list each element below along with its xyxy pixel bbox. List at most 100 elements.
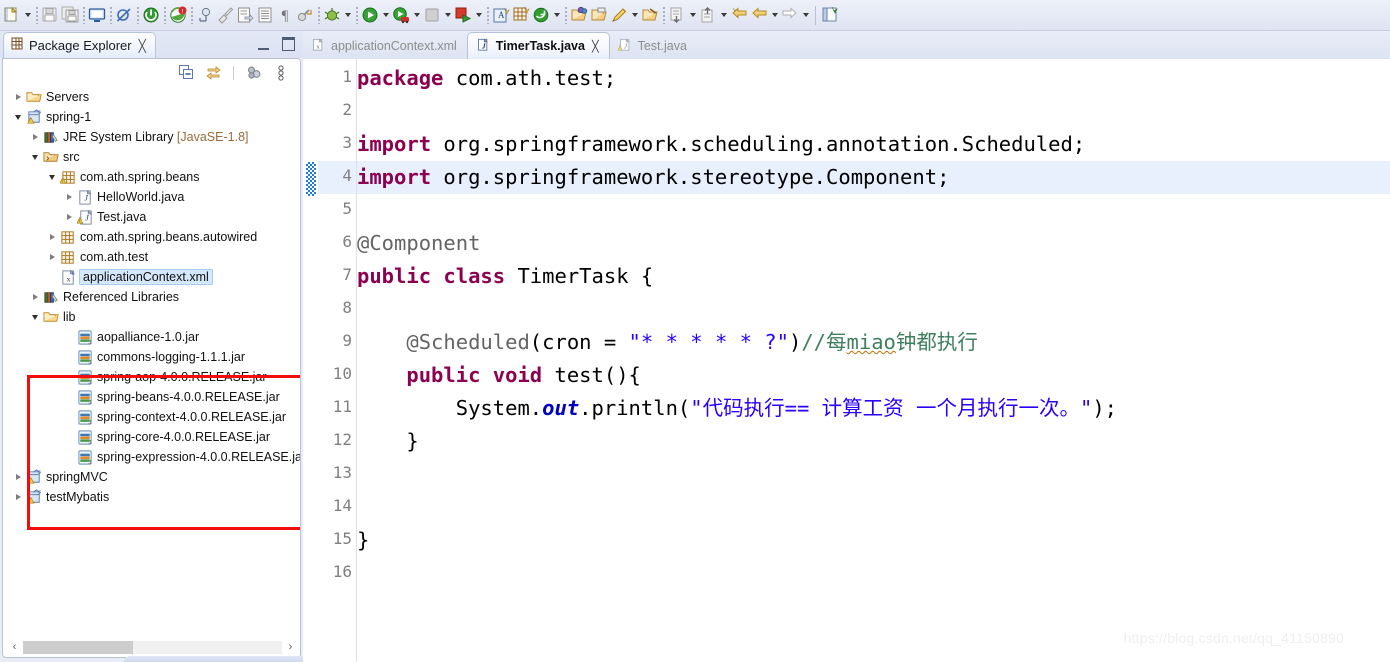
maximize-icon[interactable] <box>282 37 295 51</box>
tree-item-lib[interactable]: lib <box>3 307 300 327</box>
tree-item-helloworld-java[interactable]: J HelloWorld.java <box>3 187 300 207</box>
horizontal-scrollbar[interactable]: ‹ › <box>6 639 299 655</box>
tab-package-explorer[interactable]: Package Explorer ╳ <box>3 32 156 58</box>
tree-item-com-ath-spring-beans-autowired[interactable]: com.ath.spring.beans.autowired <box>3 227 300 247</box>
tree-item-referenced-libraries[interactable]: Referenced Libraries <box>3 287 300 307</box>
tree-item-aopalliance-1-0-jar[interactable]: Jaopalliance-1.0.jar <box>3 327 300 347</box>
prev-annotation-icon[interactable] <box>698 5 718 25</box>
tree-item-spring-aop-4-0-0-release-jar[interactable]: Jspring-aop-4.0.0.RELEASE.jar <box>3 367 300 387</box>
tree-item-spring-context-4-0-0-release-jar[interactable]: Jspring-context-4.0.0.RELEASE.jar <box>3 407 300 427</box>
properties-icon[interactable] <box>235 5 255 25</box>
coverage-icon[interactable] <box>391 5 411 25</box>
svn-checkout-icon[interactable] <box>195 5 215 25</box>
chevron-right-icon[interactable] <box>62 207 76 227</box>
scroll-right-button[interactable]: › <box>282 639 299 655</box>
debug-icon[interactable] <box>322 5 342 25</box>
new-wizard-icon[interactable] <box>2 5 22 25</box>
open-resource-icon[interactable] <box>640 5 660 25</box>
tree-item-jre-system-library[interactable]: JRE System Library [JavaSE-1.8] <box>3 127 300 147</box>
tree-item-spring-1[interactable]: s spring-1 <box>3 107 300 127</box>
project-tree[interactable]: Servers s spring-1 JRE System Library [Java… <box>3 86 300 507</box>
forward-icon[interactable] <box>780 5 800 25</box>
view-options-icon[interactable] <box>272 64 290 82</box>
minimize-icon[interactable] <box>258 39 269 50</box>
run-dropdown-arrow[interactable] <box>380 5 391 25</box>
open-task-icon[interactable] <box>589 5 609 25</box>
save-icon[interactable] <box>40 5 60 25</box>
clean-icon[interactable] <box>215 5 235 25</box>
paragraph-icon[interactable]: ¶ <box>275 5 295 25</box>
editor-code-area[interactable]: package com.ath.test; import org.springfr… <box>357 59 1390 662</box>
tree-item-spring-core-4-0-0-release-jar[interactable]: Jspring-core-4.0.0.RELEASE.jar <box>3 427 300 447</box>
chevron-right-icon[interactable] <box>28 127 42 147</box>
search-pen-icon[interactable] <box>609 5 629 25</box>
tree-item-spring-beans-4-0-0-release-jar[interactable]: Jspring-beans-4.0.0.RELEASE.jar <box>3 387 300 407</box>
back-icon[interactable] <box>749 5 769 25</box>
tree-item-commons-logging-1-1-1-jar[interactable]: Jcommons-logging-1.1.1.jar <box>3 347 300 367</box>
new-dropdown-arrow[interactable] <box>22 5 33 25</box>
scroll-left-button[interactable]: ‹ <box>6 639 23 655</box>
chevron-right-icon[interactable] <box>62 187 76 207</box>
stop-dropdown-arrow[interactable] <box>442 5 453 25</box>
chevron-right-icon[interactable] <box>11 87 25 107</box>
skip-breakpoints-icon[interactable] <box>114 5 134 25</box>
editor-tab-test-java[interactable]: J Test.java <box>610 32 697 59</box>
chevron-down-icon[interactable] <box>11 107 25 127</box>
run-server-icon[interactable] <box>453 5 473 25</box>
collapse-all-icon[interactable] <box>177 64 195 82</box>
pen-dropdown-arrow[interactable] <box>629 5 640 25</box>
run-icon[interactable] <box>360 5 380 25</box>
refresh-icon[interactable] <box>531 5 551 25</box>
refresh-dropdown-arrow[interactable] <box>551 5 562 25</box>
close-icon[interactable]: ╳ <box>139 40 146 52</box>
tree-item-test-java[interactable]: J! Test.java <box>3 207 300 227</box>
close-icon[interactable]: ╳ <box>592 40 599 53</box>
link-with-editor-icon[interactable] <box>204 64 222 82</box>
line-number: 13 <box>332 463 352 482</box>
tree-item-com-ath-spring-beans[interactable]: ! com.ath.spring.beans <box>3 167 300 187</box>
bottom-view-tab-stub[interactable] <box>124 656 320 662</box>
forward-dropdown-arrow[interactable] <box>800 5 811 25</box>
coverage-dropdown-arrow[interactable] <box>411 5 422 25</box>
back-dropdown-arrow[interactable] <box>769 5 780 25</box>
prevanno-dropdown-arrow[interactable] <box>718 5 729 25</box>
open-type-icon[interactable] <box>569 5 589 25</box>
tree-item-src[interactable]: src <box>3 147 300 167</box>
chevron-right-icon[interactable] <box>11 467 25 487</box>
tree-item-com-ath-test[interactable]: com.ath.test <box>3 247 300 267</box>
last-edit-location-icon[interactable] <box>729 5 749 25</box>
scrollbar-track[interactable] <box>23 640 282 654</box>
editor-tab-timertask-java[interactable]: J TimerTask.java ╳ <box>466 32 610 59</box>
chevron-right-icon[interactable] <box>28 287 42 307</box>
save-all-icon[interactable] <box>60 5 80 25</box>
chevron-right-icon[interactable] <box>11 487 25 507</box>
chevron-down-icon[interactable] <box>28 307 42 327</box>
tree-item-springmvc[interactable]: s springMVC <box>3 467 300 487</box>
debug-dropdown-arrow[interactable] <box>342 5 353 25</box>
tomcat-start-icon[interactable]: ! <box>168 5 188 25</box>
tree-item-spring-expression-4-0-0-release-jar[interactable]: Jspring-expression-4.0.0.RELEASE.jar <box>3 447 300 467</box>
chevron-right-icon[interactable] <box>45 227 59 247</box>
editor-body[interactable]: 1 2 3 4 5 6 7 8 9 10 11 12 13 14 15 16 package com.ath.… <box>303 59 1390 662</box>
console-icon[interactable] <box>255 5 275 25</box>
editor-marker-bar[interactable] <box>303 59 319 662</box>
tree-item-testmybatis[interactable]: s testMybatis <box>3 487 300 507</box>
scrollbar-thumb[interactable] <box>23 640 133 654</box>
open-perspective-icon[interactable] <box>820 5 840 25</box>
view-menu-icon[interactable] <box>245 64 263 82</box>
new-package-icon[interactable] <box>511 5 531 25</box>
terminate-icon[interactable] <box>141 5 161 25</box>
editor-tab-applicationcontext-xml[interactable]: x applicationContext.xml <box>303 32 467 59</box>
chevron-right-icon[interactable] <box>45 247 59 267</box>
next-annotation-icon[interactable] <box>667 5 687 25</box>
externaltools-icon[interactable] <box>295 5 315 25</box>
nextanno-dropdown-arrow[interactable] <box>687 5 698 25</box>
tree-item-applicationcontext-xml[interactable]: x s applicationContext.xml <box>3 267 300 287</box>
chevron-down-icon[interactable] <box>28 147 42 167</box>
print-icon[interactable] <box>87 5 107 25</box>
tree-item-servers[interactable]: Servers <box>3 87 300 107</box>
new-java-class-icon[interactable]: A <box>491 5 511 25</box>
runserver-dropdown-arrow[interactable] <box>473 5 484 25</box>
stop-icon[interactable] <box>422 5 442 25</box>
chevron-down-icon[interactable] <box>45 167 59 187</box>
